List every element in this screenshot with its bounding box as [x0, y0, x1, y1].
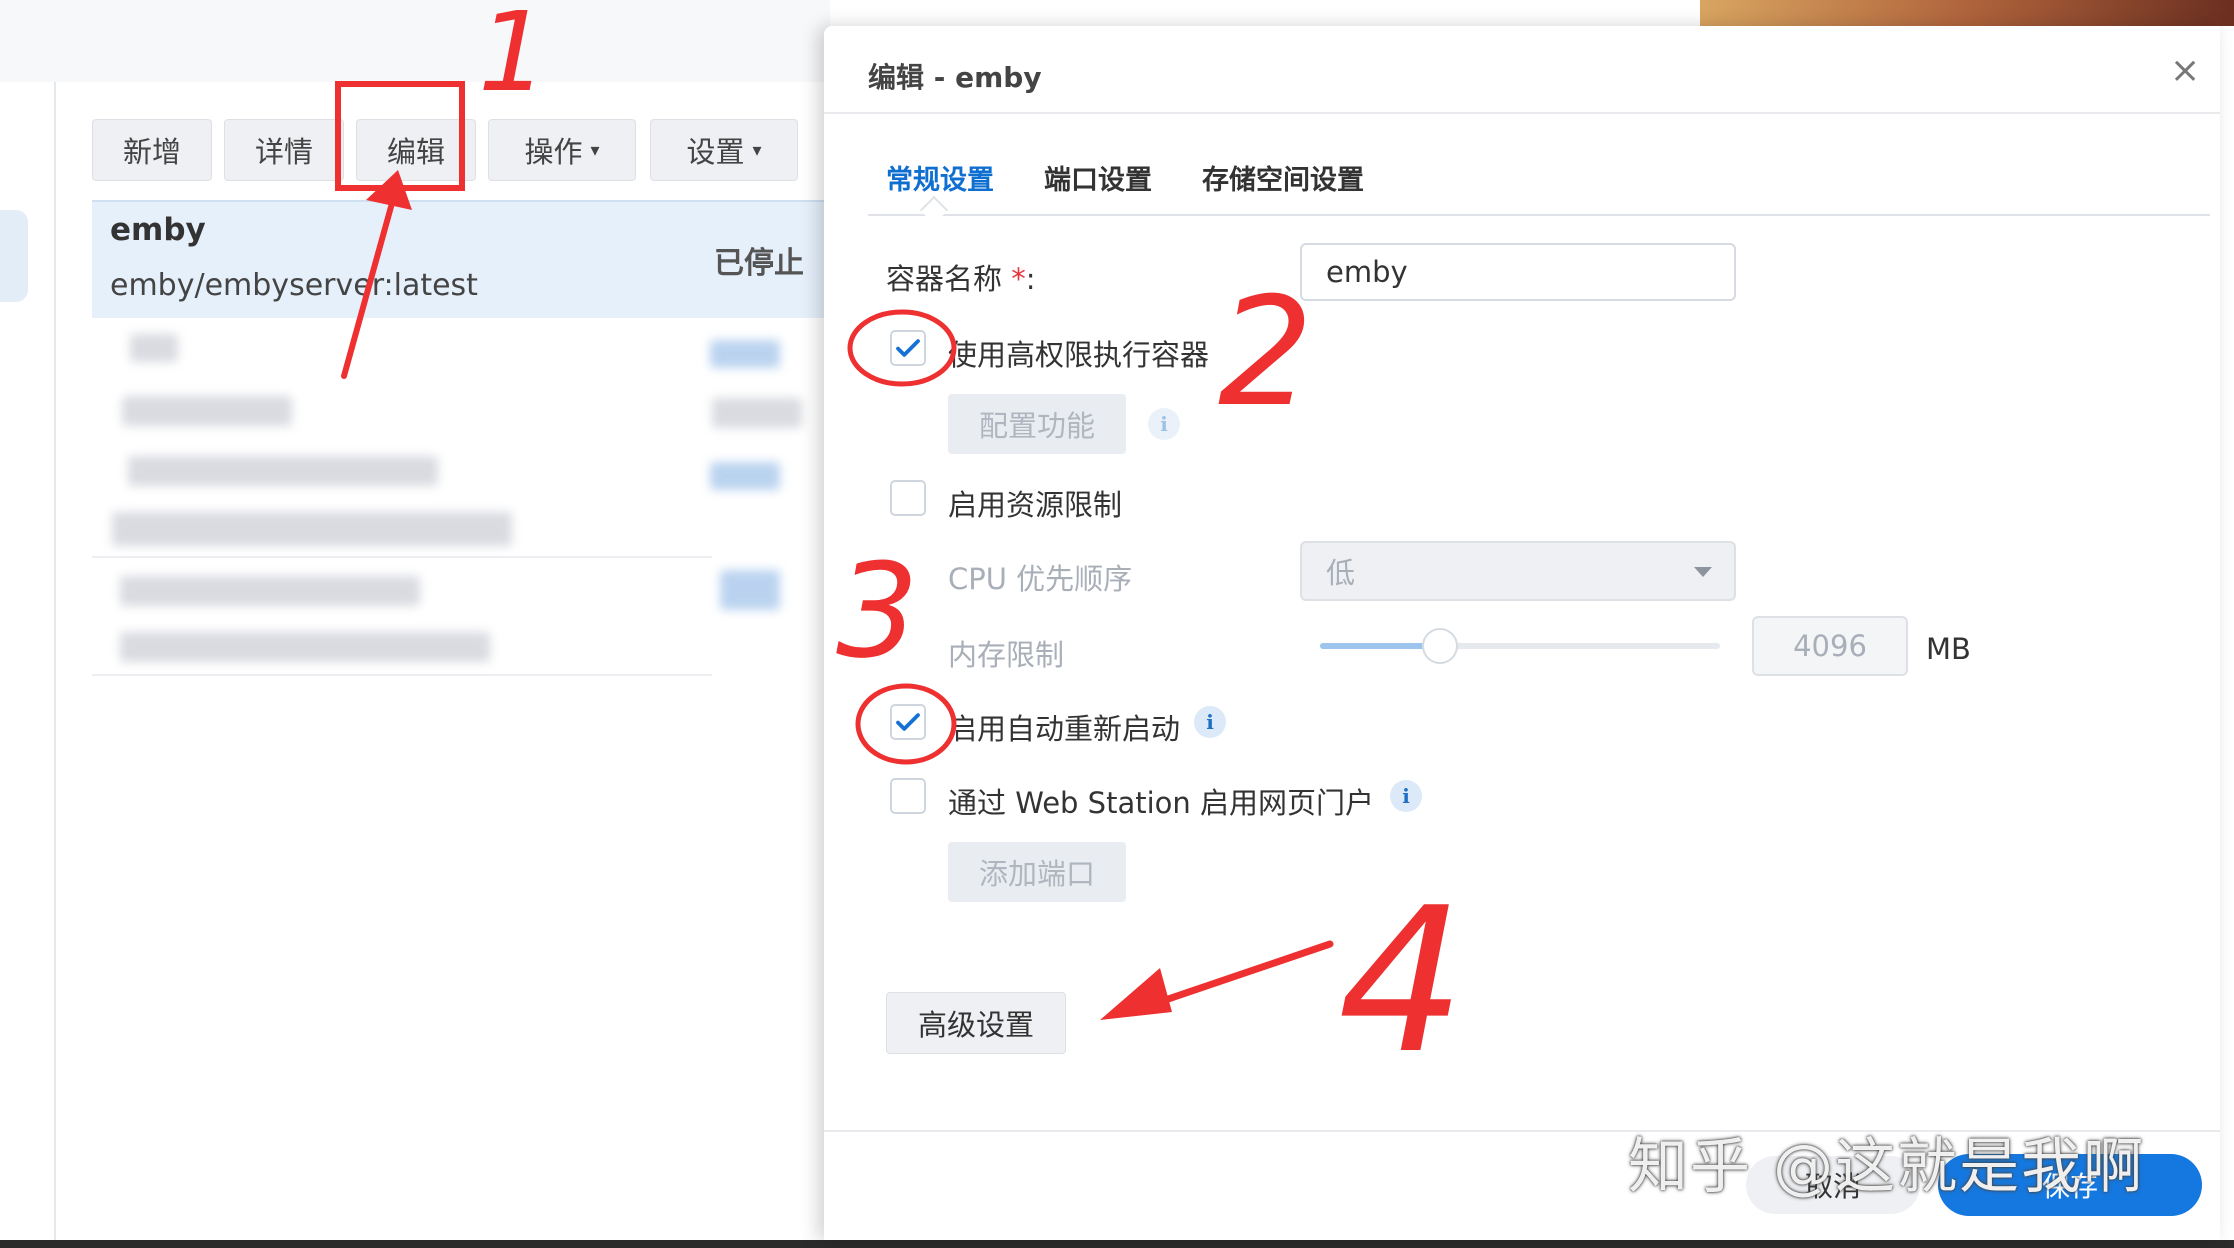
- blurred-row-status: [710, 340, 780, 368]
- cpu-priority-select[interactable]: 低: [1300, 541, 1736, 601]
- info-icon[interactable]: i: [1148, 408, 1180, 440]
- tab-port-settings[interactable]: 端口设置: [1044, 158, 1152, 197]
- memory-limit-label: 内存限制: [948, 638, 1065, 672]
- row-divider: [92, 674, 712, 676]
- tab-underline: [868, 214, 2210, 216]
- resource-limit-checkbox[interactable]: [890, 480, 926, 516]
- blurred-row-status: [720, 570, 780, 610]
- dialog-header-divider: [824, 112, 2220, 114]
- privileged-checkbox[interactable]: [890, 330, 926, 366]
- blurred-row-status: [712, 398, 802, 428]
- tab-storage-settings[interactable]: 存储空间设置: [1202, 158, 1364, 197]
- desktop-taskbar-edge: [0, 1240, 2234, 1248]
- action-dropdown-button[interactable]: 操作 ▾: [488, 119, 636, 181]
- sidebar-divider: [54, 82, 56, 1242]
- info-icon[interactable]: i: [1390, 780, 1422, 812]
- auto-restart-label: 启用自动重新启动: [948, 712, 1181, 746]
- info-icon[interactable]: i: [1194, 706, 1226, 738]
- sidebar-selected-item[interactable]: [0, 210, 28, 302]
- app-top-bar: [0, 0, 830, 84]
- row-divider: [92, 556, 712, 558]
- cpu-priority-label: CPU 优先顺序: [948, 562, 1133, 596]
- resource-limit-label: 启用资源限制: [948, 488, 1123, 522]
- caret-down-icon: ▾: [590, 139, 600, 161]
- blurred-row-text: [128, 456, 438, 486]
- auto-restart-checkbox[interactable]: [890, 704, 926, 740]
- memory-unit: MB: [1926, 632, 1971, 666]
- check-icon: [896, 713, 920, 731]
- dialog-title: 编辑 - emby: [868, 61, 1042, 94]
- chevron-down-icon: [1694, 567, 1712, 577]
- close-icon[interactable]: ×: [2170, 50, 2200, 91]
- container-name: emby: [110, 212, 206, 248]
- web-station-checkbox[interactable]: [890, 778, 926, 814]
- add-port-button[interactable]: 添加端口: [948, 842, 1126, 902]
- web-station-label: 通过 Web Station 启用网页门户: [948, 786, 1374, 820]
- cpu-priority-value: 低: [1326, 556, 1356, 590]
- memory-slider-handle[interactable]: [1422, 628, 1458, 664]
- container-status: 已停止: [714, 246, 804, 281]
- blurred-row-text: [122, 396, 292, 426]
- settings-dropdown-button[interactable]: 设置 ▾: [650, 119, 798, 181]
- edit-button[interactable]: 编辑: [356, 119, 476, 181]
- container-image: emby/embyserver:latest: [110, 268, 478, 303]
- config-function-button[interactable]: 配置功能: [948, 394, 1126, 454]
- blurred-row-status: [710, 462, 780, 490]
- blurred-row-text: [130, 334, 178, 362]
- desktop-wallpaper: [1700, 0, 2234, 26]
- add-button[interactable]: 新增: [92, 119, 212, 181]
- advanced-settings-button[interactable]: 高级设置: [886, 992, 1066, 1054]
- blurred-row-text: [120, 632, 490, 662]
- check-icon: [896, 339, 920, 357]
- caret-down-icon: ▾: [752, 139, 762, 161]
- memory-value-input[interactable]: 4096: [1752, 616, 1908, 676]
- tab-general-settings[interactable]: 常规设置: [886, 158, 994, 197]
- blurred-row-text: [120, 576, 420, 606]
- detail-button[interactable]: 详情: [224, 119, 344, 181]
- watermark: 知乎 @这就是我啊: [1628, 1132, 2146, 1202]
- required-mark: *: [1011, 262, 1026, 296]
- privileged-label: 使用高权限执行容器: [948, 338, 1210, 372]
- container-name-label: 容器名称 *:: [886, 262, 1036, 296]
- blurred-row-text: [112, 512, 512, 546]
- container-name-input[interactable]: emby: [1300, 243, 1736, 301]
